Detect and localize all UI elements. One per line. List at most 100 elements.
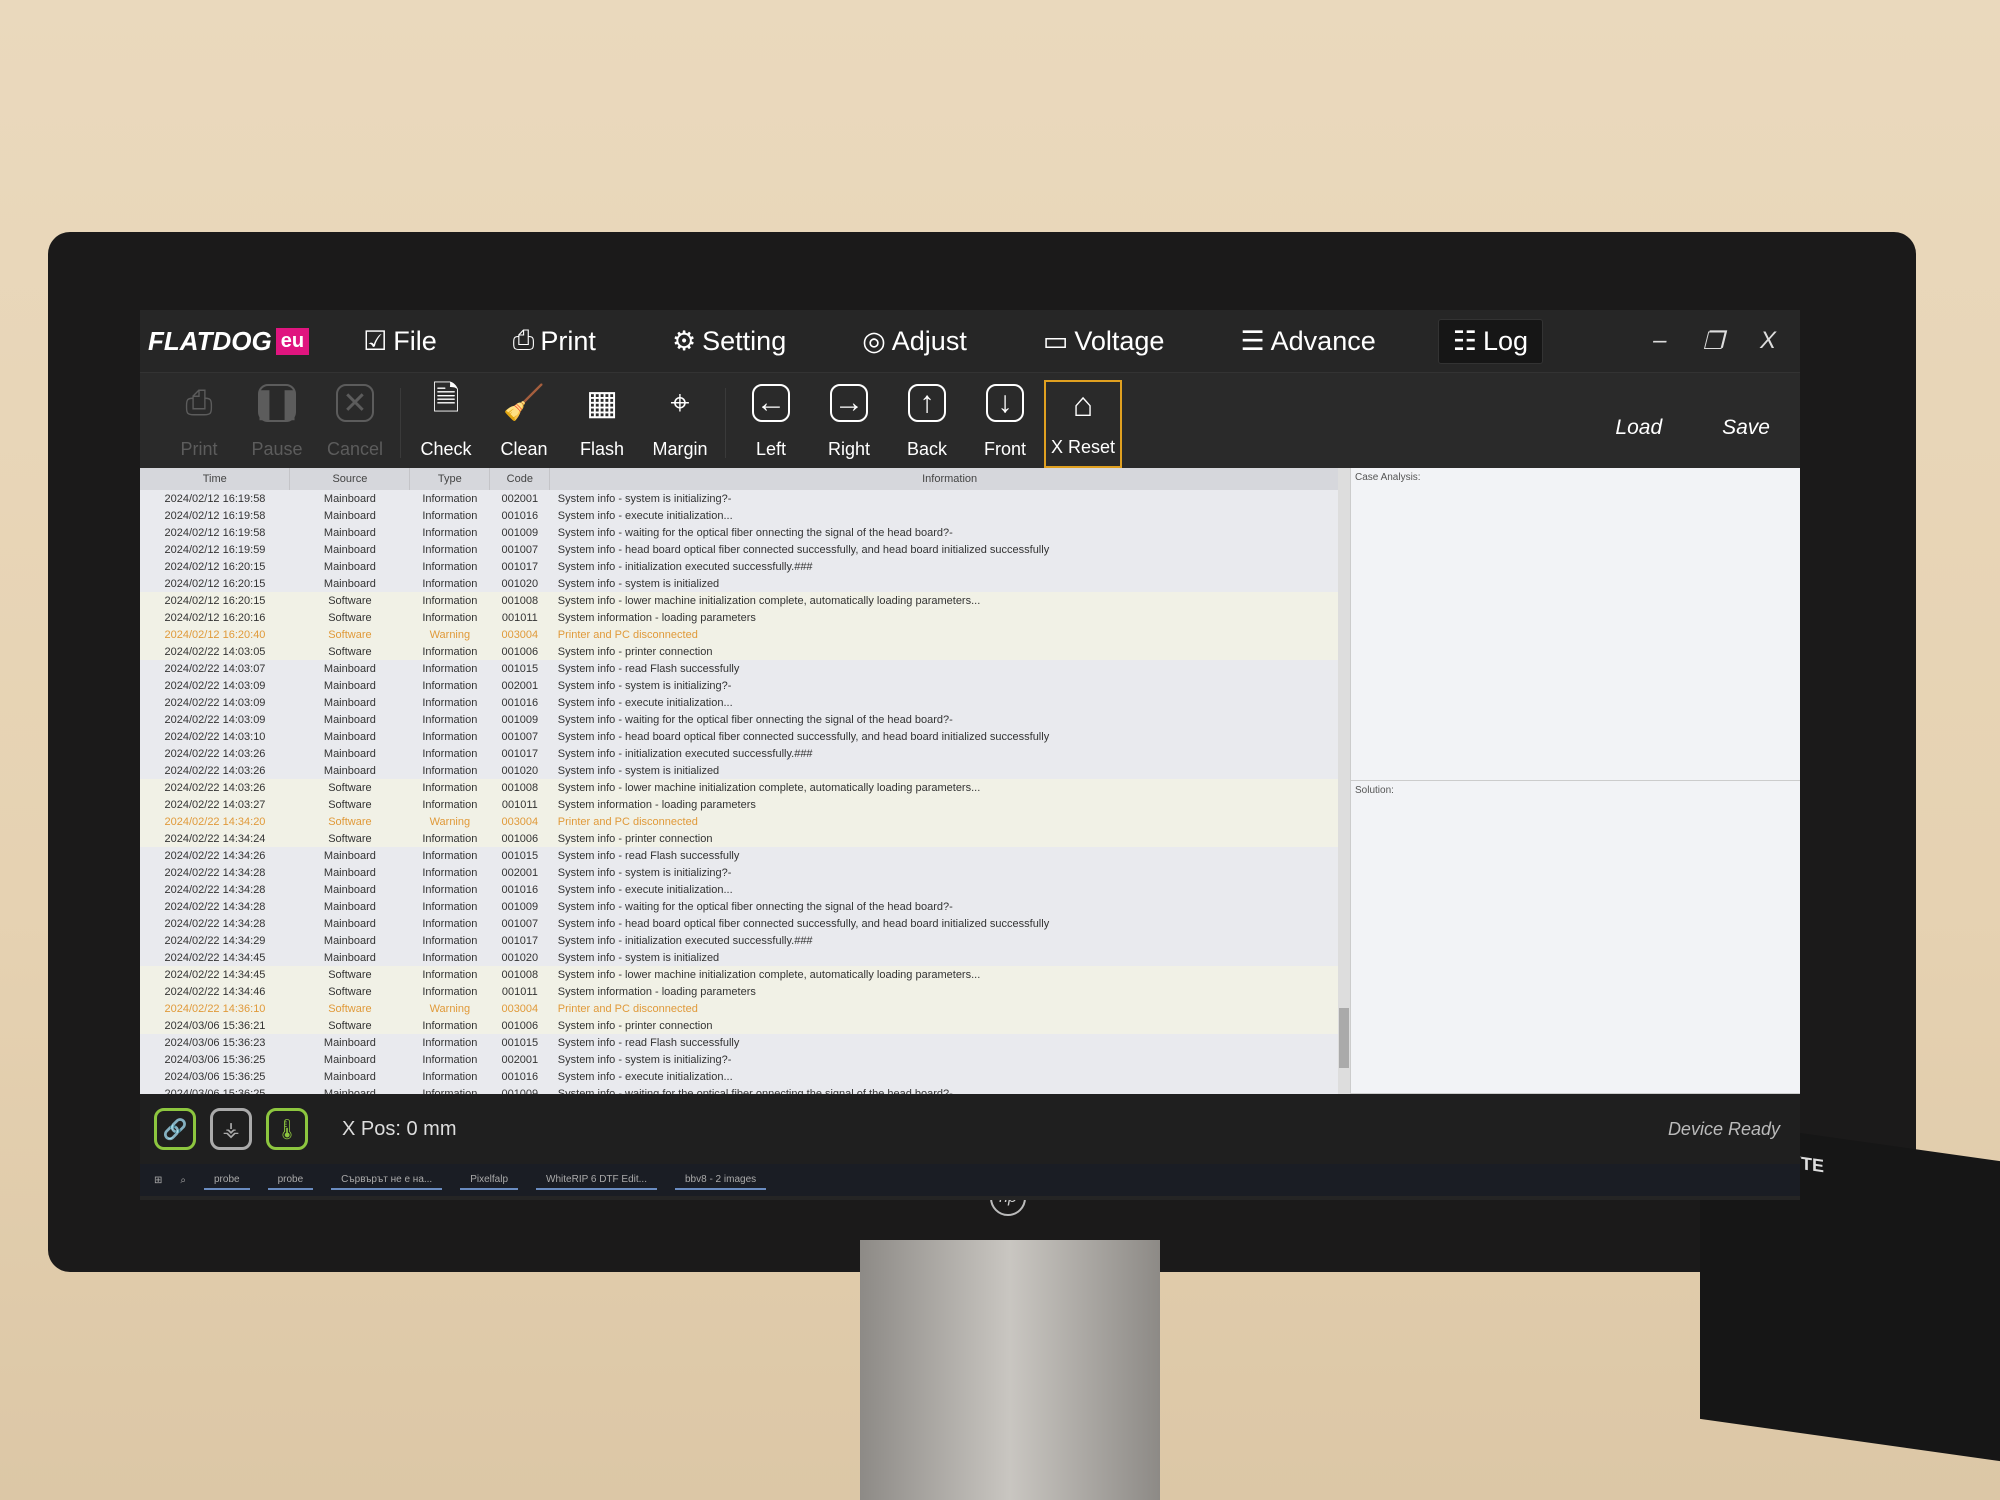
x-reset-button[interactable]: ⌂ X Reset <box>1044 380 1122 468</box>
pause-button[interactable]: ❚❚ Pause <box>238 380 316 468</box>
table-row[interactable]: 2024/02/12 16:20:16 Software Information 00… <box>140 609 1350 626</box>
menu-voltage[interactable]: ▭ Voltage <box>1029 319 1179 364</box>
table-row[interactable]: 2024/02/12 16:20:40 Software Warning 003004… <box>140 626 1350 643</box>
cell-type: Information <box>422 696 478 709</box>
cell-info: Printer and PC disconnected <box>549 813 1350 830</box>
tool-label: Flash <box>579 439 624 459</box>
table-row[interactable]: 2024/02/22 14:34:28 Mainboard Information 0… <box>140 915 1350 932</box>
link-button[interactable]: 🔗 <box>154 1108 196 1150</box>
table-row[interactable]: 2024/02/22 14:34:28 Mainboard Information 0… <box>140 898 1350 915</box>
column-header-time[interactable]: Time <box>140 468 291 490</box>
table-row[interactable]: 2024/02/22 14:03:26 Mainboard Information 0… <box>140 762 1350 779</box>
table-row[interactable]: 2024/02/22 14:03:07 Mainboard Information 0… <box>140 660 1350 677</box>
table-row[interactable]: 2024/02/22 14:34:45 Mainboard Information 0… <box>140 949 1350 966</box>
table-row[interactable]: 2024/02/22 14:03:05 Software Information 00… <box>140 643 1350 660</box>
table-row[interactable]: 2024/03/06 15:36:21 Software Information 00… <box>140 1017 1350 1034</box>
table-row[interactable]: 2024/03/06 15:36:25 Mainboard Information 0… <box>140 1068 1350 1085</box>
menu-setting[interactable]: ⚙ Setting <box>658 319 800 364</box>
print-button[interactable]: ⎙ Print <box>160 380 238 468</box>
table-row[interactable]: 2024/02/22 14:03:09 Mainboard Information 0… <box>140 694 1350 711</box>
right-button[interactable]: → Right <box>810 380 888 468</box>
cell-code: 001020 <box>501 764 539 777</box>
taskbar-item[interactable]: probe <box>204 1171 250 1190</box>
table-row[interactable]: 2024/02/22 14:34:20 Software Warning 003004… <box>140 813 1350 830</box>
flash-button[interactable]: ▦ Flash <box>563 380 641 468</box>
screen: FLATDOG eu ☑ File ⎙ Print ⚙ Setting ◎ Adjust ▭ Vo… <box>140 310 1800 1200</box>
table-row[interactable]: 2024/03/06 15:36:23 Mainboard Information 0… <box>140 1034 1350 1051</box>
table-row[interactable]: 2024/02/12 16:19:59 Mainboard Information 0… <box>140 541 1350 558</box>
vertical-scrollbar[interactable] <box>1338 468 1350 1094</box>
table-row[interactable]: 2024/02/22 14:03:09 Mainboard Information 0… <box>140 711 1350 728</box>
temperature-button[interactable]: 🌡 <box>266 1108 308 1150</box>
cell-time: 2024/02/12 16:20:40 <box>140 626 290 643</box>
table-row[interactable]: 2024/02/22 14:34:46 Software Information 00… <box>140 983 1350 1000</box>
table-row[interactable]: 2024/02/12 16:19:58 Mainboard Information 0… <box>140 524 1350 541</box>
menu-adjust[interactable]: ◎ Adjust <box>848 319 981 364</box>
scroll-thumb[interactable] <box>1339 1008 1349 1068</box>
table-row[interactable]: 2024/02/22 14:34:28 Mainboard Information 0… <box>140 864 1350 881</box>
thermometer-icon: 🌡 <box>274 1118 300 1141</box>
margin-button[interactable]: ⌖ Margin <box>641 380 719 468</box>
cell-code: 001008 <box>489 592 550 609</box>
table-row[interactable]: 2024/02/22 14:03:26 Software Information 00… <box>140 779 1350 796</box>
table-row[interactable]: 2024/02/22 14:34:29 Mainboard Information 0… <box>140 932 1350 949</box>
left-button[interactable]: ← Left <box>732 380 810 468</box>
table-row[interactable]: 2024/02/22 14:34:24 Software Information 00… <box>140 830 1350 847</box>
menu-log[interactable]: ☷ Log <box>1437 318 1544 364</box>
cell-time: 2024/02/22 14:03:10 <box>164 730 266 743</box>
tool-label: Cancel <box>326 439 384 459</box>
table-row[interactable]: 2024/03/06 15:36:25 Mainboard Information 0… <box>140 1051 1350 1068</box>
table-row[interactable]: 2024/02/12 16:19:58 Mainboard Information 0… <box>140 490 1350 507</box>
pause-icon: ❚❚ <box>252 384 302 422</box>
table-row[interactable]: 2024/02/22 14:34:28 Mainboard Information 0… <box>140 881 1350 898</box>
cancel-button[interactable]: ✕ Cancel <box>316 380 394 468</box>
taskbar-item[interactable]: probe <box>267 1171 314 1190</box>
column-header-information[interactable]: Information <box>549 468 1350 490</box>
close-button[interactable]: X <box>1760 327 1776 356</box>
column-header-type[interactable]: Type <box>409 468 491 490</box>
cell-info: System info - lower machine initializati… <box>549 779 1350 796</box>
clean-button[interactable]: 🧹 Clean <box>485 380 563 468</box>
cell-time: 2024/02/22 14:34:45 <box>140 966 290 983</box>
menu-file[interactable]: ☑ File <box>349 319 451 364</box>
restore-button[interactable]: ❐ <box>1702 327 1724 356</box>
search-icon[interactable]: ⌕ <box>180 1175 186 1186</box>
table-row[interactable]: 2024/03/06 15:36:25 Mainboard Information 0… <box>140 1085 1350 1095</box>
minimize-button[interactable]: – <box>1653 327 1666 356</box>
table-row[interactable]: 2024/02/22 14:03:09 Mainboard Information 0… <box>140 677 1350 694</box>
cell-code: 002001 <box>501 1053 539 1066</box>
back-button[interactable]: ↑ Back <box>888 380 966 468</box>
table-row[interactable]: 2024/02/22 14:34:26 Mainboard Information 0… <box>140 847 1350 864</box>
taskbar-item[interactable]: Pixelfalp <box>460 1171 519 1190</box>
menu-advance[interactable]: ☰ Advance <box>1226 319 1389 364</box>
cell-source: Mainboard <box>323 900 376 913</box>
table-row[interactable]: 2024/02/12 16:20:15 Mainboard Information 0… <box>140 575 1350 592</box>
column-header-source[interactable]: Source <box>289 468 411 490</box>
taskbar-item[interactable]: bbv8 - 2 images <box>674 1171 767 1190</box>
cell-type: Information <box>409 1017 490 1034</box>
heater-button[interactable]: ⚶ <box>210 1108 252 1150</box>
arrow-up-icon: ↑ <box>908 384 946 422</box>
load-button[interactable]: Load <box>1615 416 1662 440</box>
taskbar-item[interactable]: Сървърът не е на... <box>331 1171 443 1190</box>
cell-source: Software <box>289 966 410 983</box>
cell-time: 2024/02/12 16:20:15 <box>164 577 266 590</box>
front-button[interactable]: ↓ Front <box>966 380 1044 468</box>
taskbar-item[interactable]: WhiteRIP 6 DTF Edit... <box>536 1171 657 1190</box>
table-row[interactable]: 2024/02/22 14:36:10 Software Warning 003004… <box>140 1000 1350 1017</box>
table-row[interactable]: 2024/02/22 14:03:27 Software Information 00… <box>140 796 1350 813</box>
table-row[interactable]: 2024/02/12 16:20:15 Software Information 00… <box>140 592 1350 609</box>
cell-code: 003004 <box>489 1000 550 1017</box>
table-row[interactable]: 2024/02/22 14:34:45 Software Information 00… <box>140 966 1350 983</box>
table-row[interactable]: 2024/02/22 14:03:26 Mainboard Information 0… <box>140 745 1350 762</box>
table-row[interactable]: 2024/02/12 16:20:15 Mainboard Information 0… <box>140 558 1350 575</box>
menu-print[interactable]: ⎙ Print <box>499 319 610 364</box>
table-row[interactable]: 2024/02/22 14:03:10 Mainboard Information 0… <box>140 728 1350 745</box>
column-header-code[interactable]: Code <box>489 468 551 490</box>
save-button[interactable]: Save <box>1722 416 1770 440</box>
check-button[interactable]: 🗎 Check <box>407 380 485 468</box>
windows-start-icon[interactable]: ⊞ <box>154 1175 162 1186</box>
table-row[interactable]: 2024/02/12 16:19:58 Mainboard Information 0… <box>140 507 1350 524</box>
cell-time: 2024/02/22 14:03:26 <box>140 779 290 796</box>
cell-source: Mainboard <box>323 917 376 930</box>
